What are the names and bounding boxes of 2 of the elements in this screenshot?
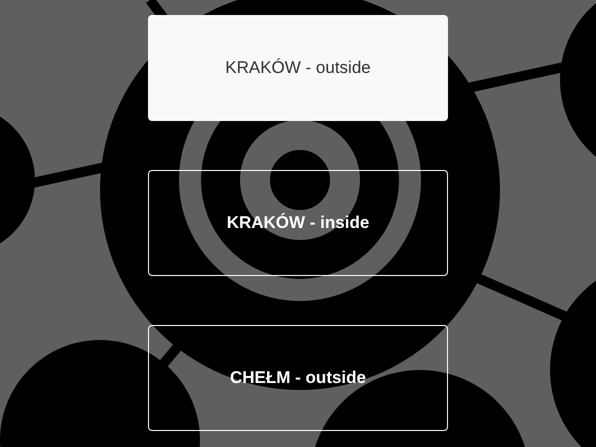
location-option-button[interactable]: CHEŁM - outside (148, 325, 448, 431)
location-option-button[interactable]: KRAKÓW - outside (148, 15, 448, 121)
